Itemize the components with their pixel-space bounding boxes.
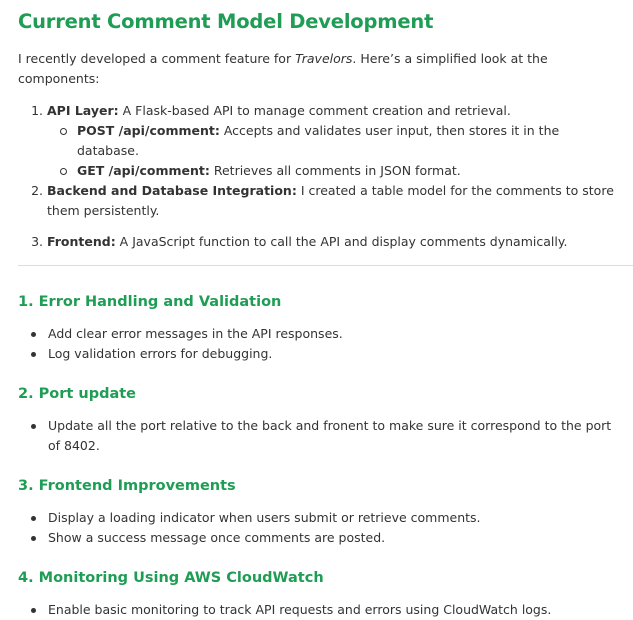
list-item: Display a loading indicator when users s…	[31, 508, 615, 528]
component-label: API Layer:	[47, 103, 119, 118]
intro-text: I recently developed a comment feature f…	[18, 51, 296, 66]
components-list: API Layer: A Flask-based API to manage c…	[18, 101, 615, 252]
component-text: A JavaScript function to call the API an…	[115, 234, 568, 249]
section-frontend-improvements: 3. Frontend Improvements Display a loadi…	[18, 476, 615, 548]
section-divider	[18, 265, 633, 266]
component-label: Backend and Database Integration:	[47, 183, 297, 198]
endpoint-text: Retrieves all comments in JSON format.	[209, 163, 461, 178]
section-error-handling: 1. Error Handling and Validation Add cle…	[18, 292, 615, 364]
component-api-layer: API Layer: A Flask-based API to manage c…	[47, 101, 615, 181]
bullet-list: Enable basic monitoring to track API req…	[18, 600, 615, 620]
api-endpoints-list: POST /api/comment: Accepts and validates…	[47, 121, 615, 181]
section-port-update: 2. Port update Update all the port relat…	[18, 384, 615, 456]
endpoint-get: GET /api/comment: Retrieves all comments…	[60, 161, 615, 181]
endpoint-label: POST /api/comment:	[77, 123, 220, 138]
endpoint-label: GET /api/comment:	[77, 163, 210, 178]
component-frontend: Frontend: A JavaScript function to call …	[47, 232, 615, 252]
section-heading: 4. Monitoring Using AWS CloudWatch	[18, 570, 324, 586]
list-item: Log validation errors for debugging.	[31, 344, 615, 364]
project-name: Travelors	[295, 51, 353, 66]
page-title: Current Comment Model Development	[18, 10, 434, 33]
component-text: A Flask-based API to manage comment crea…	[118, 103, 511, 118]
bullet-list: Add clear error messages in the API resp…	[18, 324, 615, 364]
component-backend: Backend and Database Integration: I crea…	[47, 181, 615, 221]
bullet-list: Update all the port relative to the back…	[18, 416, 615, 456]
bullet-list: Display a loading indicator when users s…	[18, 508, 615, 548]
section-heading: 1. Error Handling and Validation	[18, 294, 282, 310]
component-label: Frontend:	[47, 234, 116, 249]
list-item: Show a success message once comments are…	[31, 528, 615, 548]
list-item: Update all the port relative to the back…	[31, 416, 615, 456]
list-item: Add clear error messages in the API resp…	[31, 324, 615, 344]
intro-paragraph: I recently developed a comment feature f…	[18, 49, 615, 89]
section-monitoring: 4. Monitoring Using AWS CloudWatch Enabl…	[18, 568, 615, 620]
list-item: Enable basic monitoring to track API req…	[31, 600, 615, 620]
section-heading: 2. Port update	[18, 386, 136, 402]
document: Current Comment Model Development I rece…	[0, 0, 633, 620]
section-heading: 3. Frontend Improvements	[18, 478, 236, 494]
endpoint-post: POST /api/comment: Accepts and validates…	[60, 121, 615, 161]
